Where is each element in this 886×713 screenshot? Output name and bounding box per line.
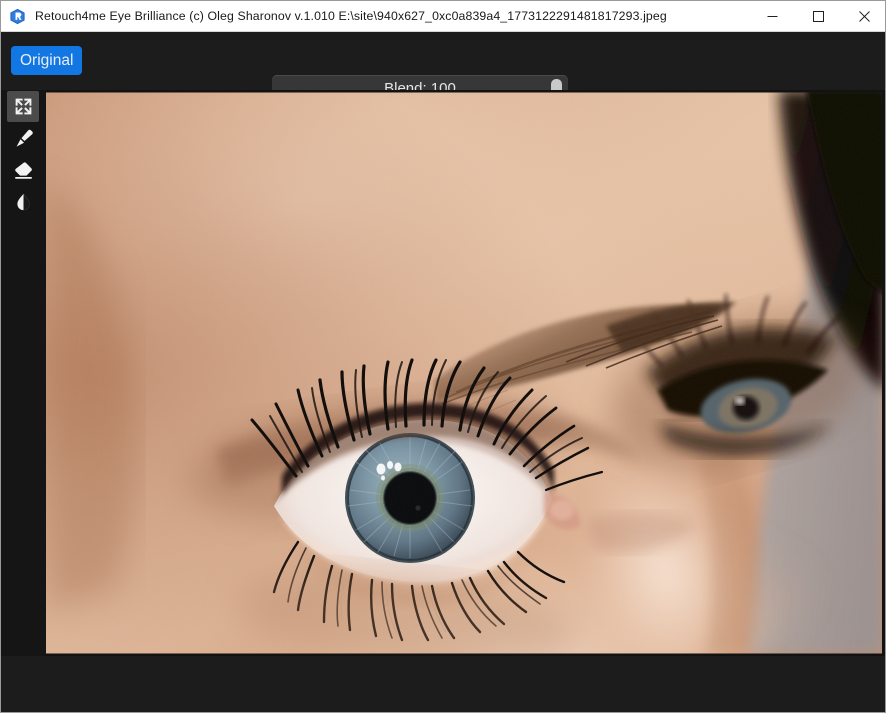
image-canvas[interactable]: [46, 90, 885, 656]
close-icon: [858, 10, 870, 22]
eraser-tool-button[interactable]: [7, 155, 39, 186]
titlebar: Retouch4me Eye Brilliance (c) Oleg Sharo…: [1, 1, 885, 32]
bottom-toolbar: docksofts.com About a@a.com Auto: [1, 656, 885, 712]
brush-icon: [16, 129, 33, 147]
maximize-icon: [812, 10, 824, 22]
fit-to-screen-icon: [15, 98, 31, 115]
eraser-icon: [14, 162, 32, 179]
minimize-icon: [767, 15, 777, 17]
fit-to-screen-tool-button[interactable]: [7, 91, 39, 122]
brush-tool-button[interactable]: [7, 123, 39, 154]
tool-rail: [1, 90, 46, 656]
top-toolbar: Original Blend: 100: [1, 32, 885, 103]
window-controls: [749, 1, 885, 31]
minimize-button[interactable]: [749, 1, 795, 31]
original-toggle-button[interactable]: Original: [11, 46, 83, 75]
window-title: Retouch4me Eye Brilliance (c) Oleg Sharo…: [35, 9, 667, 23]
close-button[interactable]: [841, 1, 885, 31]
mask-opacity-icon: [16, 193, 30, 211]
eye-closeup-photograph: [46, 90, 885, 656]
retouch4me-logo-icon: [10, 8, 25, 24]
retouch-preview-photo[interactable]: [46, 90, 885, 656]
app-window: Retouch4me Eye Brilliance (c) Oleg Sharo…: [0, 0, 886, 713]
mask-opacity-tool-button[interactable]: [7, 187, 39, 218]
maximize-button[interactable]: [795, 1, 841, 31]
